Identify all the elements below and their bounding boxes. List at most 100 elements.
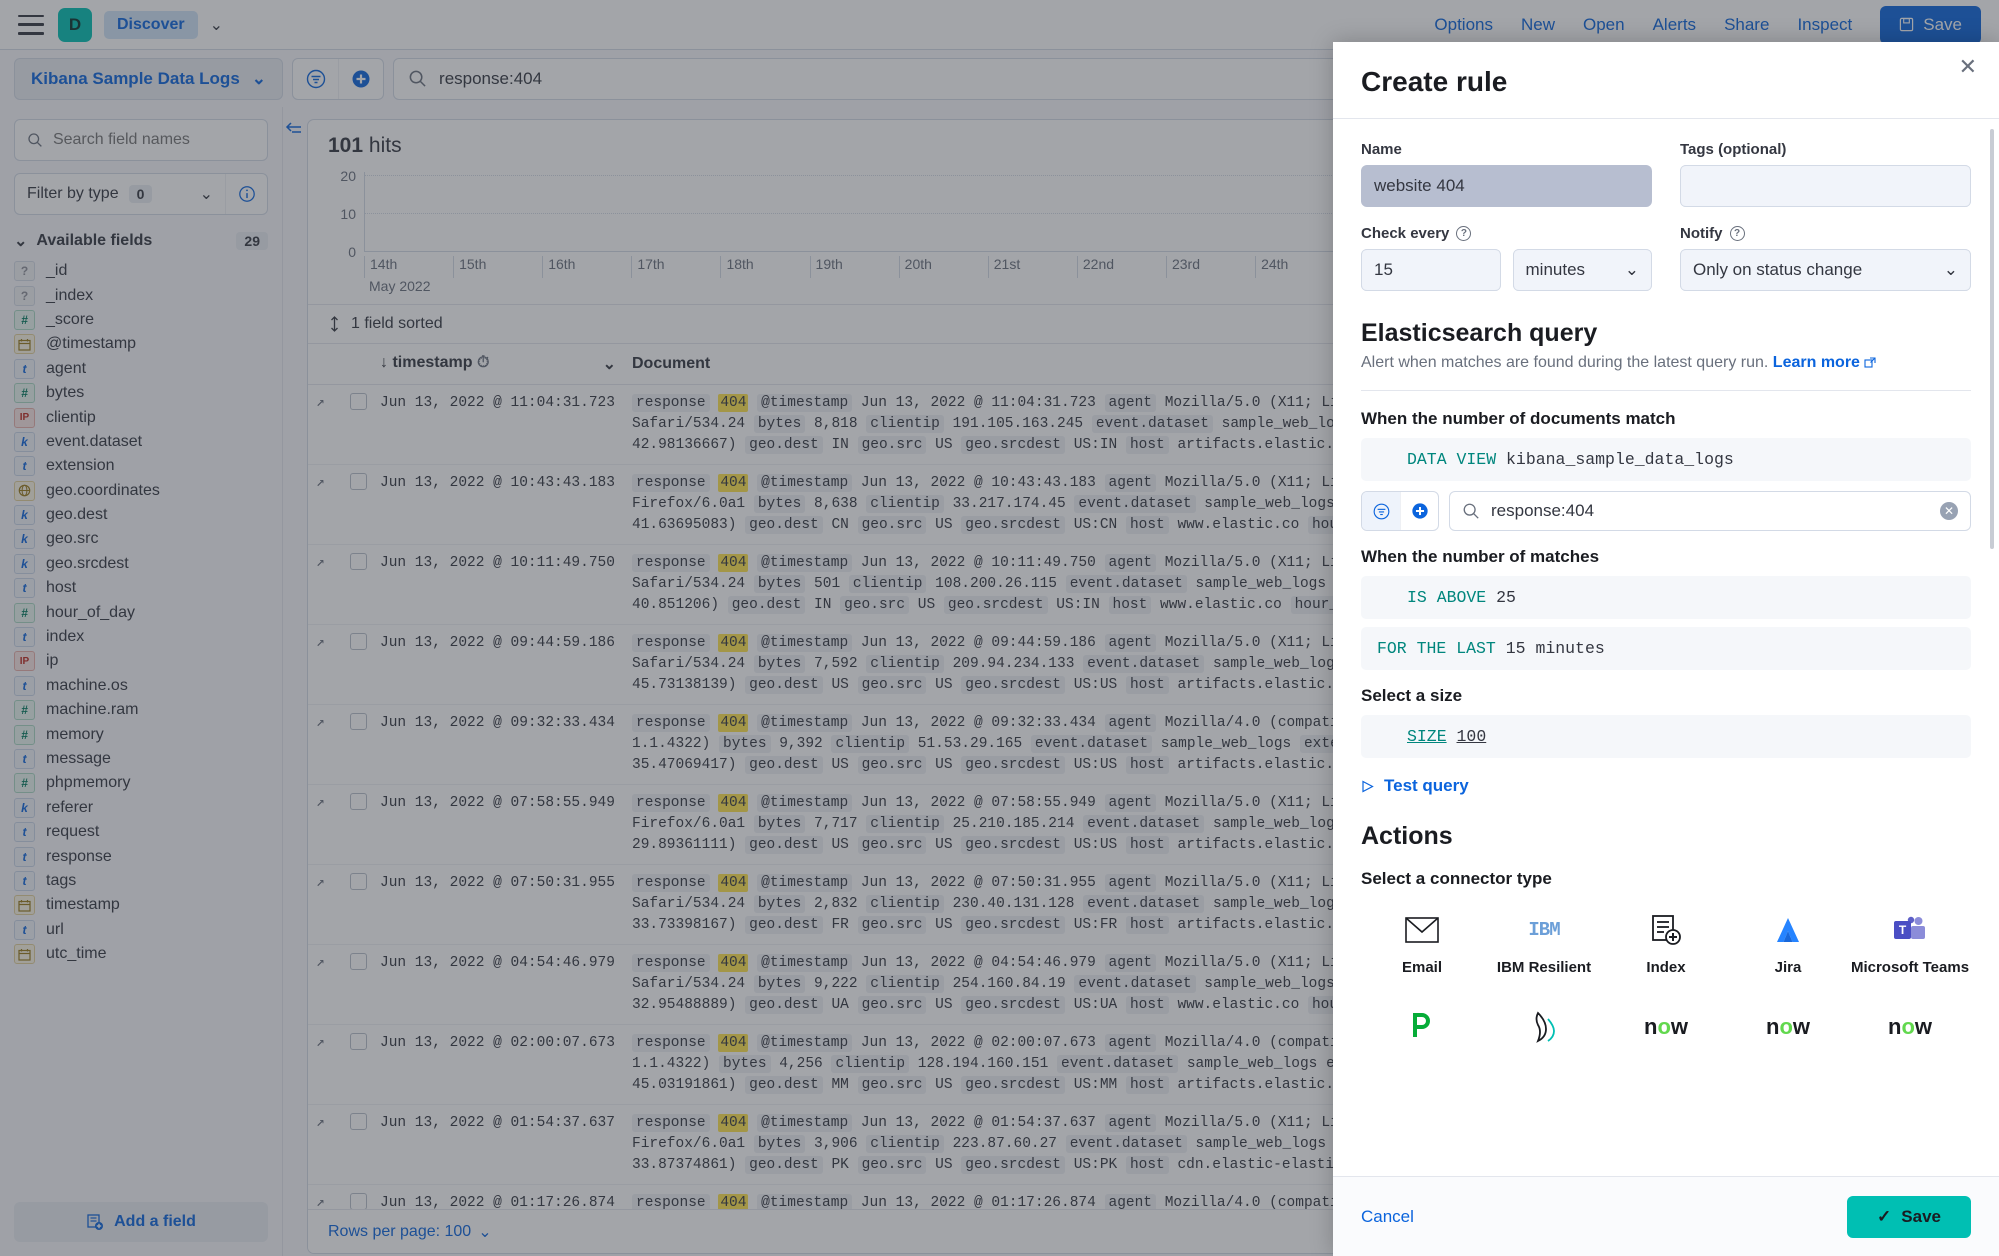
connector-card[interactable]: IBM IBM Resilient [1483, 911, 1605, 978]
chevron-down-icon: ⌄ [1943, 260, 1958, 279]
size-value: 100 [1456, 727, 1487, 746]
check-every-group: Check every ? 15 minutes ⌄ [1361, 225, 1652, 291]
servicenow-itom-icon: now [1887, 1013, 1933, 1039]
ibm-icon: IBM [1528, 919, 1560, 941]
size-keyword: SIZE [1407, 727, 1447, 746]
chevron-down-icon: ⌄ [1624, 260, 1639, 279]
check-every-label: Check every ? [1361, 225, 1652, 242]
jira-icon [1773, 911, 1803, 949]
learn-more-link[interactable]: Learn more [1773, 354, 1860, 371]
tags-field-group: Tags (optional) [1680, 141, 1971, 207]
close-icon[interactable]: ✕ [1959, 56, 1977, 78]
connector-name: Index [1646, 959, 1686, 976]
actions-title: Actions [1361, 822, 1453, 850]
divider [1361, 390, 1971, 391]
connector-card[interactable] [1483, 1008, 1605, 1056]
create-rule-flyout: Create rule ✕ Name website 404 Tags (opt… [1333, 42, 1999, 1256]
filter-circle-icon [1373, 503, 1389, 519]
scrollbar-thumb[interactable] [1990, 129, 1994, 549]
external-link-icon [1864, 357, 1876, 368]
connector-name: Email [1401, 959, 1443, 976]
connector-card[interactable]: now [1727, 1008, 1849, 1056]
notify-group: Notify ? Only on status change ⌄ [1680, 225, 1971, 291]
es-query-subtitle-text: Alert when matches are found during the … [1361, 354, 1769, 371]
svg-text:T: T [1899, 923, 1907, 937]
size-label: Select a size [1361, 686, 1463, 705]
size-codebox[interactable]: SIZE 100 [1361, 715, 1971, 758]
notify-text: Notify [1680, 225, 1723, 242]
check-every-text: Check every [1361, 225, 1450, 242]
servicenow-icon: now [1643, 1013, 1689, 1039]
check-icon: ✓ [1877, 1206, 1892, 1226]
name-tags-row: Name website 404 Tags (optional) [1361, 141, 1971, 207]
kibana-discover-app: D Discover ⌄ Options New Open Alerts Sha… [0, 0, 1999, 1256]
check-notify-row: Check every ? 15 minutes ⌄ Notify ? Only… [1361, 225, 1971, 291]
cancel-button[interactable]: Cancel [1361, 1207, 1414, 1227]
flyout-footer: Cancel ✓ Save [1333, 1176, 1999, 1256]
pagerduty-icon [1410, 1008, 1434, 1046]
is-above-keyword: IS ABOVE [1407, 588, 1487, 607]
for-last-value: 15 minutes [1505, 639, 1605, 658]
notify-label: Notify ? [1680, 225, 1971, 242]
flyout-body: Name website 404 Tags (optional) Check e… [1333, 119, 1999, 1176]
envelope-icon [1405, 911, 1439, 949]
connector-card[interactable]: T Microsoft Teams [1849, 911, 1971, 978]
check-every-unit-value: minutes [1525, 260, 1586, 279]
connector-card[interactable]: Jira [1727, 911, 1849, 978]
connector-grid: Email IBM IBM Resilient Index Jira T Microsoft… [1361, 911, 1971, 1056]
actions-section: Actions Select a connector type Email IBM… [1361, 822, 1971, 1056]
help-icon[interactable]: ? [1456, 226, 1472, 241]
plus-circle-icon [1411, 503, 1428, 519]
connector-card[interactable]: Email [1361, 911, 1483, 978]
clear-icon[interactable]: ✕ [1940, 502, 1958, 520]
data-view-keyword: DATA VIEW [1407, 450, 1497, 469]
connector-card[interactable]: now [1849, 1008, 1971, 1056]
for-last-codebox[interactable]: FOR THE LAST 15 minutes [1361, 627, 1971, 670]
flyout-filter-group [1361, 491, 1439, 531]
test-query-label: Test query [1384, 776, 1469, 795]
play-icon [1362, 780, 1374, 792]
check-every-input[interactable]: 15 [1361, 249, 1501, 291]
notify-select[interactable]: Only on status change ⌄ [1680, 249, 1971, 291]
servicenow-sir-icon: now [1765, 1013, 1811, 1039]
name-field-group: Name website 404 [1361, 141, 1652, 207]
name-input[interactable]: website 404 [1361, 165, 1652, 207]
es-query-title: Elasticsearch query [1361, 319, 1598, 347]
search-icon [1463, 503, 1479, 519]
swimlane-icon [1528, 1008, 1560, 1046]
flyout-header: Create rule ✕ [1333, 42, 1999, 119]
docs-match-label: When the number of documents match [1361, 409, 1676, 428]
save-button-flyout-label: Save [1901, 1206, 1941, 1226]
save-button-flyout[interactable]: ✓ Save [1847, 1195, 1971, 1238]
tags-label: Tags (optional) [1680, 141, 1787, 158]
connector-name: Jira [1774, 959, 1802, 976]
es-query-subtitle: Alert when matches are found during the … [1361, 354, 1971, 372]
matches-label: When the number of matches [1361, 547, 1600, 566]
check-every-controls: 15 minutes ⌄ [1361, 249, 1652, 291]
for-last-keyword: FOR THE LAST [1377, 639, 1496, 658]
data-view-codebox[interactable]: DATA VIEW kibana_sample_data_logs [1361, 438, 1971, 481]
test-query-button[interactable]: Test query [1361, 776, 1971, 796]
flyout-title: Create rule [1361, 66, 1508, 97]
connector-card[interactable]: now [1605, 1008, 1727, 1056]
help-icon[interactable]: ? [1729, 226, 1745, 241]
es-query-section: Elasticsearch query Alert when matches a… [1361, 319, 1971, 796]
data-view-value: kibana_sample_data_logs [1506, 450, 1734, 469]
teams-icon: T [1893, 911, 1927, 949]
add-filter-icon[interactable] [1400, 492, 1438, 530]
check-every-unit-select[interactable]: minutes ⌄ [1512, 249, 1652, 291]
is-above-codebox[interactable]: IS ABOVE 25 [1361, 576, 1971, 619]
notify-value: Only on status change [1693, 260, 1863, 279]
flyout-query-input[interactable]: response:404 ✕ [1449, 491, 1971, 531]
connector-card[interactable]: Index [1605, 911, 1727, 978]
filter-options-icon[interactable] [1362, 492, 1400, 530]
connector-name: Microsoft Teams [1850, 959, 1970, 976]
flyout-query-value: response:404 [1491, 501, 1595, 520]
flyout-query-bar: response:404 ✕ [1361, 491, 1971, 531]
tags-input[interactable] [1680, 165, 1971, 207]
connector-name: IBM Resilient [1496, 959, 1592, 976]
connector-type-label: Select a connector type [1361, 869, 1552, 888]
connector-card[interactable] [1361, 1008, 1483, 1056]
is-above-value: 25 [1496, 588, 1516, 607]
name-label: Name [1361, 141, 1402, 158]
